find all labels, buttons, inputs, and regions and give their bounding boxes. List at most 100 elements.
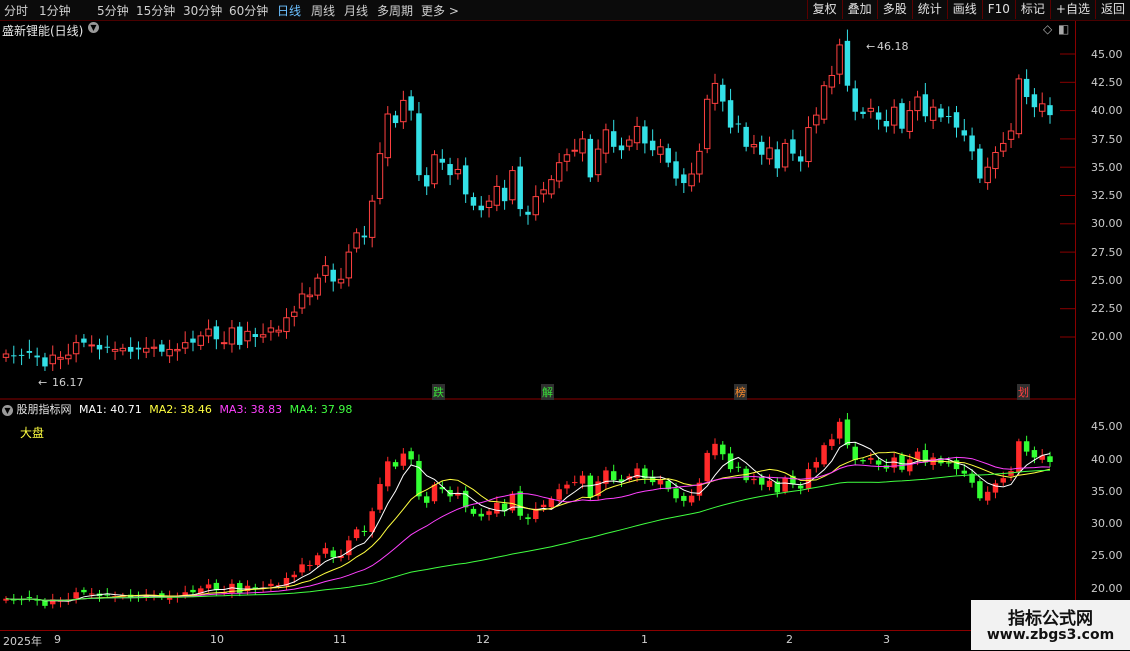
period-tab-60min[interactable]: 60分钟 — [229, 2, 268, 19]
candle-body — [867, 107, 875, 112]
candle-body — [57, 356, 64, 360]
candle-body — [750, 144, 758, 148]
candle-body — [361, 235, 368, 238]
candle-body — [307, 565, 313, 567]
candle-body — [345, 251, 353, 279]
candle-body — [1047, 456, 1053, 462]
candle-body — [485, 200, 493, 208]
candle-body — [494, 502, 500, 514]
mark-button[interactable]: 标记 — [1014, 0, 1050, 19]
candle-body — [875, 460, 882, 465]
candle-body — [844, 40, 851, 86]
candle-body — [899, 455, 905, 470]
period-tab-daily[interactable]: 日线 — [277, 2, 301, 19]
candle-body — [688, 495, 695, 503]
candle-body — [81, 589, 87, 593]
candle-body — [883, 121, 890, 127]
indicator-name[interactable]: 股朋指标网 — [17, 403, 72, 416]
candle-body — [377, 484, 383, 510]
candle-body — [314, 277, 321, 296]
candle-body — [907, 459, 913, 472]
ytick: 20.00 — [1091, 330, 1123, 343]
ytick: 32.50 — [1091, 189, 1123, 202]
candle-body — [42, 600, 48, 606]
signal-fall: 跌 — [432, 384, 445, 400]
candle-body — [797, 485, 804, 489]
ind-ytick: 30.00 — [1091, 517, 1123, 530]
candle-body — [298, 293, 306, 309]
chevron-down-icon[interactable]: ▼ — [2, 404, 13, 416]
candle-body — [174, 348, 181, 352]
candle-body — [860, 111, 866, 114]
candle-body — [268, 583, 274, 587]
ma3-value: MA3: 38.83 — [219, 403, 283, 416]
date-label: 9 — [54, 633, 61, 646]
candle-body — [213, 326, 220, 340]
candle-body — [836, 44, 843, 75]
candle-body — [914, 96, 921, 112]
candle-body — [696, 150, 703, 175]
period-tab-monthly[interactable]: 月线 — [344, 2, 368, 19]
candle-body — [96, 344, 103, 350]
watermark-title: 指标公式网 — [1008, 609, 1093, 629]
candle-body — [72, 342, 80, 355]
ytick: 40.00 — [1091, 104, 1123, 117]
candle-body — [454, 168, 462, 175]
overlay-button[interactable]: 叠加 — [841, 0, 877, 19]
period-tab-more[interactable]: 更多 > — [421, 2, 459, 19]
ytick: 42.50 — [1091, 76, 1123, 89]
candle-body — [790, 139, 796, 154]
candle-body — [961, 470, 968, 474]
candle-body — [844, 419, 851, 446]
date-label: 1 — [641, 633, 648, 646]
candle-body — [470, 508, 477, 514]
period-tab-30min[interactable]: 30分钟 — [183, 2, 222, 19]
candle-body — [704, 452, 710, 482]
statistics-button[interactable]: 统计 — [911, 0, 947, 19]
candle-body — [267, 327, 275, 333]
f10-button[interactable]: F10 — [981, 0, 1015, 19]
candle-body — [727, 453, 734, 470]
period-tab-intraday[interactable]: 分时 — [4, 2, 28, 19]
candle-body — [914, 451, 921, 460]
candle-body — [906, 110, 913, 132]
candle-body — [18, 354, 25, 356]
period-tab-5min[interactable]: 5分钟 — [97, 2, 129, 19]
back-button[interactable]: 返回 — [1094, 0, 1130, 19]
candle-body — [299, 564, 305, 573]
candle-body — [1007, 130, 1015, 140]
candle-body — [961, 130, 968, 136]
candle-body — [766, 480, 773, 488]
market-label: 大盘 — [20, 426, 45, 440]
period-tab-1min[interactable]: 1分钟 — [39, 2, 71, 19]
candle-body — [361, 530, 368, 532]
candle-body — [1031, 94, 1038, 108]
candle-body — [228, 327, 236, 345]
candle-body — [642, 126, 648, 144]
candle-body — [462, 165, 469, 195]
multi-stock-button[interactable]: 多股 — [876, 0, 912, 19]
restore-rights-button[interactable]: 复权 — [806, 0, 842, 19]
candle-body — [314, 555, 321, 566]
add-favorite-button[interactable]: +自选 — [1049, 0, 1095, 19]
candle-body — [759, 141, 765, 155]
period-tab-weekly[interactable]: 周线 — [311, 2, 335, 19]
candle-body — [11, 355, 17, 357]
candle-body — [431, 154, 438, 185]
candle-body — [735, 466, 742, 468]
candle-body — [720, 84, 726, 102]
candle-body — [594, 148, 602, 176]
candle-body — [548, 498, 555, 508]
draw-line-button[interactable]: 画线 — [946, 0, 982, 19]
candle-body — [929, 106, 937, 121]
candle-body — [392, 115, 399, 124]
period-tab-15min[interactable]: 15分钟 — [136, 2, 175, 19]
candle-body — [2, 353, 10, 358]
candle-body — [42, 357, 48, 367]
candle-body — [860, 460, 866, 462]
candle-body — [657, 480, 664, 485]
period-tab-multi[interactable]: 多周期 — [377, 2, 413, 19]
candle-body — [649, 140, 656, 151]
ytick: 30.00 — [1091, 217, 1123, 230]
date-label: 11 — [333, 633, 347, 646]
